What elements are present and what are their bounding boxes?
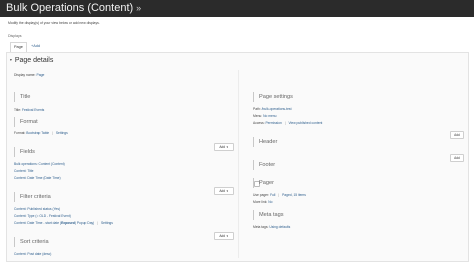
format-settings-link[interactable]: Settings xyxy=(56,131,68,135)
filter-exposed-suffix: ) Popup Day) xyxy=(74,221,95,225)
field-item-link[interactable]: Content: Date Time (Date Time) xyxy=(14,176,61,180)
pager-options-link[interactable]: Paged, 15 items xyxy=(282,193,306,197)
more-link-value[interactable]: No xyxy=(268,200,272,204)
format-row: Format: Bootstrap Table | Settings xyxy=(14,131,68,135)
header-section-heading: Header xyxy=(253,137,277,147)
footer-add-button[interactable]: Add xyxy=(450,154,464,162)
fields-add-button[interactable]: Add▼ xyxy=(214,143,234,151)
display-name-row: Display name: Page xyxy=(14,73,44,77)
meta-tags-link[interactable]: Using defaults xyxy=(269,225,290,229)
sort-add-button[interactable]: Add▼ xyxy=(214,232,234,240)
filter-section-heading: Filter criteria xyxy=(14,192,51,202)
sort-add-label: Add xyxy=(219,234,226,238)
menu-row: Menu: No menu xyxy=(253,114,276,118)
separator: | xyxy=(278,193,280,197)
header-add-label: Add xyxy=(454,133,460,137)
sort-section-heading: Sort criteria xyxy=(14,237,49,247)
footer-add-label: Add xyxy=(454,156,460,160)
pager-section-heading: Pager xyxy=(253,178,274,188)
filter-add-button[interactable]: Add▼ xyxy=(214,187,234,195)
title-label: Title: xyxy=(14,108,22,112)
format-section-heading: Format xyxy=(14,117,38,127)
page-settings-heading: Page settings xyxy=(253,92,293,102)
field-item: Bulk operations: Content (Content) xyxy=(14,162,65,166)
filter-item: Content: Type (= OLD - Festival Event) xyxy=(14,214,71,218)
tab-add-display[interactable]: +Add xyxy=(28,42,43,51)
display-name-link[interactable]: Page xyxy=(36,73,44,77)
separator: | xyxy=(97,221,99,225)
filter-settings-link[interactable]: Settings xyxy=(101,221,113,225)
view-title: Bulk Operations (Content) xyxy=(6,2,134,14)
displays-label: Displays xyxy=(8,34,22,38)
chevron-down-icon: ▼ xyxy=(226,146,229,149)
menu-label: Menu: xyxy=(253,114,263,118)
more-link-row: More link: No xyxy=(253,200,272,204)
path-row: Path: /bulk-operations-test xyxy=(253,107,292,111)
title-row: Title: Festival Events xyxy=(14,108,44,112)
filter-add-label: Add xyxy=(219,189,226,193)
chevron-down-icon: ▼ xyxy=(226,235,229,238)
use-pager-row: Use pager: Full | Paged, 15 items xyxy=(253,193,306,197)
fields-add-label: Add xyxy=(219,145,226,149)
field-item: Content: Date Time (Date Time) xyxy=(14,176,61,180)
separator: | xyxy=(284,121,286,125)
exposed-tag: Exposed xyxy=(61,221,75,225)
chevron-down-icon: ▼ xyxy=(226,190,229,193)
field-item-link[interactable]: Bulk operations: Content (Content) xyxy=(14,162,65,166)
menu-link[interactable]: No menu xyxy=(263,114,276,118)
separator: | xyxy=(52,131,53,135)
column-divider xyxy=(238,70,239,258)
display-name-label: Display name: xyxy=(14,73,36,77)
access-label: Access: xyxy=(253,121,265,125)
format-value-link[interactable]: Bootstrap Table xyxy=(26,131,49,135)
filter-exposed-link[interactable]: Content: Date Time - start date (Exposed… xyxy=(14,221,94,225)
sort-item: Content: Post date (desc) xyxy=(14,252,51,256)
page-header-bar: Bulk Operations (Content)» xyxy=(0,0,474,17)
path-link[interactable]: /bulk-operations-test xyxy=(262,107,292,111)
format-label: Format: xyxy=(14,131,26,135)
meta-tags-label: Meta tags: xyxy=(253,225,269,229)
use-pager-label: Use pager: xyxy=(253,193,270,197)
use-pager-link[interactable]: Full xyxy=(270,193,275,197)
page-description: Modify the display(s) of your view below… xyxy=(8,21,100,25)
page-title: Bulk Operations (Content)» xyxy=(6,1,141,15)
filter-item-exposed: Content: Date Time - start date (Exposed… xyxy=(14,221,113,225)
access-link[interactable]: Permission xyxy=(265,121,281,125)
caret-down-icon: ▾ xyxy=(10,58,12,62)
title-value-link[interactable]: Festival Events xyxy=(22,108,44,112)
header-add-button[interactable]: Add xyxy=(450,131,464,139)
fields-section-heading: Fields xyxy=(14,147,35,157)
shortcut-star-icon[interactable]: » xyxy=(136,3,141,13)
title-section-heading: Title xyxy=(14,92,30,102)
path-label: Path: xyxy=(253,107,261,111)
access-row: Access: Permission | View published cont… xyxy=(253,121,322,125)
filter-exposed-prefix: Content: Date Time - start date ( xyxy=(14,221,62,225)
filter-item-link[interactable]: Content: Published status (Yes) xyxy=(14,207,60,211)
footer-section-heading: Footer xyxy=(253,160,275,170)
access-settings-link[interactable]: View published content xyxy=(288,121,322,125)
filter-item: Content: Published status (Yes) xyxy=(14,207,60,211)
page-details-label: Page details xyxy=(14,57,54,64)
meta-tags-heading: Meta tags xyxy=(253,210,284,220)
field-item-link[interactable]: Content: Title xyxy=(14,169,33,173)
page-details-heading[interactable]: ▾ Page details xyxy=(10,57,53,64)
field-item: Content: Title xyxy=(14,169,33,173)
more-link-label: More link: xyxy=(253,200,268,204)
filter-item-link[interactable]: Content: Type (= OLD - Festival Event) xyxy=(14,214,71,218)
meta-tags-row: Meta tags: Using defaults xyxy=(253,225,290,229)
sort-item-link[interactable]: Content: Post date (desc) xyxy=(14,252,51,256)
